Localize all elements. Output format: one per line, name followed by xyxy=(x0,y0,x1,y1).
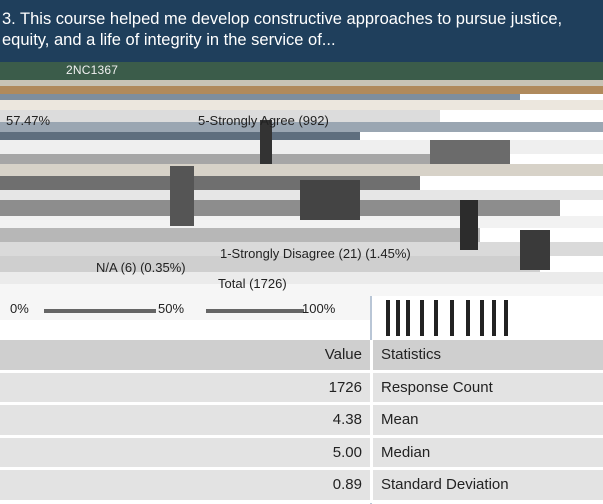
chart-glitch-block xyxy=(300,180,360,220)
mean-value: 4.38 xyxy=(0,403,372,438)
chart-glitch-strip xyxy=(0,228,480,242)
glitch-bar xyxy=(406,300,410,336)
value-column-header: Value xyxy=(0,340,372,373)
na-label: N/A (6) (0.35%) xyxy=(96,260,186,275)
glitch-bar xyxy=(492,300,496,336)
response-count-value: 1726 xyxy=(0,371,372,405)
median-value: 5.00 xyxy=(0,436,372,470)
glitch-bar xyxy=(420,300,424,336)
chart-glitch-strip xyxy=(0,154,500,164)
table-row: 1726 Response Count xyxy=(0,371,603,405)
glitch-bar xyxy=(450,300,454,336)
chart-glitch-block xyxy=(170,166,194,226)
chart-glitch-block xyxy=(520,230,550,270)
chart-glitch-block xyxy=(460,200,478,250)
median-label: Median xyxy=(370,436,603,470)
table-row: 5.00 Median xyxy=(0,436,603,470)
total-label: Total (1726) xyxy=(218,276,287,291)
mean-label: Mean xyxy=(370,403,603,438)
strongly-agree-label: 5-Strongly Agree (992) xyxy=(198,113,329,128)
axis-line xyxy=(44,309,156,313)
statistics-table: Value Statistics 1726 Response Count 4.3… xyxy=(0,340,603,503)
axis-tick-50: 50% xyxy=(158,301,185,316)
axis-tick-0: 0% xyxy=(10,301,29,316)
chart-glitch-strip xyxy=(0,132,360,140)
table-row: 4.38 Mean xyxy=(0,403,603,438)
std-dev-value: 0.89 xyxy=(0,468,372,503)
chart-glitch-block xyxy=(430,140,510,164)
chart-glitch-strip xyxy=(0,272,603,284)
axis-tick-100: 100% xyxy=(302,301,336,316)
course-label: 2NC1367 xyxy=(66,63,119,77)
glitch-bar xyxy=(434,300,438,336)
table-header-row: Value Statistics xyxy=(0,340,603,373)
table-row: 0.89 Standard Deviation xyxy=(0,468,603,503)
glitch-bar xyxy=(504,300,508,336)
glitch-bar xyxy=(396,300,400,336)
chart-glitch-strip xyxy=(0,100,603,110)
glitch-bar xyxy=(480,300,484,336)
question-title: 3. This course helped me develop constru… xyxy=(2,10,563,49)
statistics-column-header: Statistics xyxy=(370,340,603,373)
strongly-disagree-label: 1-Strongly Disagree (21) (1.45%) xyxy=(220,246,411,261)
strongly-agree-pct-label: 57.47% xyxy=(6,113,51,128)
chart-glitch-strip xyxy=(0,86,603,94)
glitch-bar xyxy=(386,300,390,336)
axis-line xyxy=(206,309,304,313)
glitch-bar xyxy=(466,300,470,336)
chart-glitch-strip xyxy=(0,140,603,154)
response-chart: 57.47% 5-Strongly Agree (992) 1-Strongly… xyxy=(0,80,603,316)
chart-glitch-strip xyxy=(0,164,603,176)
response-count-label: Response Count xyxy=(370,371,603,405)
chart-right-glitch xyxy=(380,300,530,336)
std-dev-label: Standard Deviation xyxy=(370,468,603,503)
